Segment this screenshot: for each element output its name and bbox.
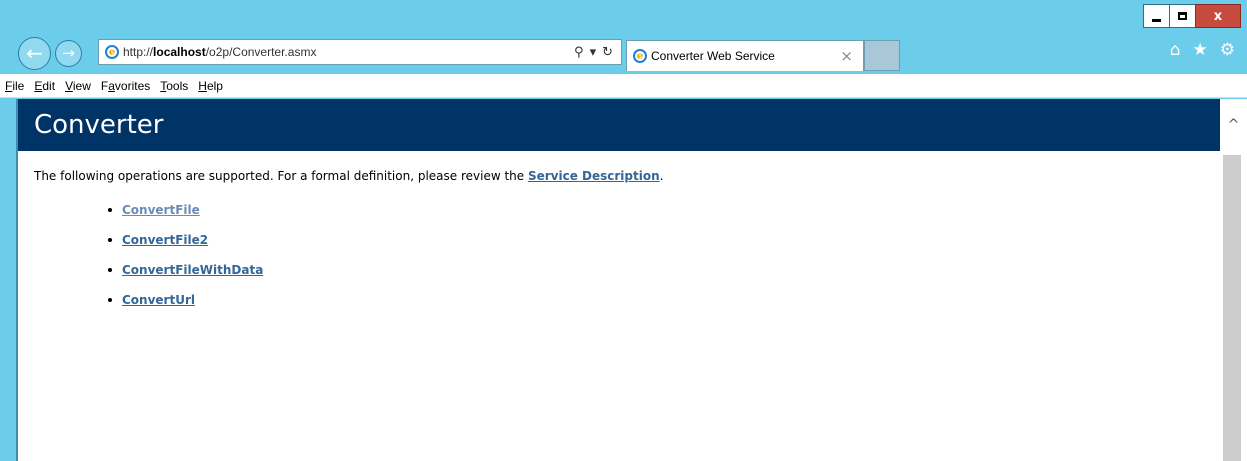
minimize-icon [1152,18,1161,22]
operation-link-convertfile2[interactable]: ConvertFile2 [122,233,208,247]
menu-edit[interactable]: Edit [32,79,63,93]
operations-list: ConvertFile ConvertFile2 ConvertFileWith… [18,195,1220,315]
operation-link-convertfile[interactable]: ConvertFile [122,203,200,217]
page-header: Converter [18,99,1220,151]
back-arrow-icon: ← [26,41,43,65]
intro-text: The following operations are supported. … [34,169,664,183]
settings-gear-icon[interactable]: ⚙ [1220,40,1235,60]
operation-link-converturl[interactable]: ConvertUrl [122,293,195,307]
favorites-star-icon[interactable]: ★ [1193,40,1208,60]
back-button[interactable]: ← [18,36,51,70]
tab-converter[interactable]: e Converter Web Service × [626,40,864,71]
dropdown-icon[interactable]: ▾ [590,45,597,60]
close-button[interactable]: x [1195,4,1241,28]
close-icon: x [1213,8,1223,24]
vertical-scrollbar[interactable]: ^ [1220,99,1247,461]
service-description-link[interactable]: Service Description [528,169,660,183]
list-item: ConvertUrl [108,285,1220,315]
window-controls: x [1143,4,1241,28]
bullet-icon [108,238,112,242]
new-tab-button[interactable] [864,40,900,71]
browser-toolbar-icons: ⌂ ★ ⚙ [1170,40,1235,60]
forward-arrow-icon: → [62,44,75,62]
address-tools: ⚲ ▾ ↻ [574,45,613,60]
browser-window: x ← → e http://localhost/o2p/Converter.a… [0,0,1247,461]
maximize-icon [1178,12,1187,20]
menu-tools[interactable]: Tools [158,79,196,93]
menu-favorites[interactable]: Favorites [99,79,158,93]
refresh-icon[interactable]: ↻ [602,45,613,60]
page-title: Converter [34,110,164,140]
home-icon[interactable]: ⌂ [1170,40,1181,60]
url-text[interactable]: http://localhost/o2p/Converter.asmx [123,45,574,59]
search-icon[interactable]: ⚲ [574,45,584,60]
scroll-thumb[interactable] [1223,155,1241,461]
page-content: Converter The following operations are s… [18,99,1220,461]
scroll-up-arrow-icon[interactable]: ^ [1220,99,1247,151]
bullet-icon [108,298,112,302]
tab-ie-icon: e [633,49,647,63]
list-item: ConvertFile [108,195,1220,225]
operation-link-convertfilewithdata[interactable]: ConvertFileWithData [122,263,263,277]
navigation-buttons: ← → [18,36,82,70]
menu-help[interactable]: Help [196,79,231,93]
minimize-button[interactable] [1143,4,1169,28]
bullet-icon [108,268,112,272]
list-item: ConvertFile2 [108,225,1220,255]
menu-file[interactable]: File [3,79,32,93]
tab-close-icon[interactable]: × [840,47,853,65]
menu-bar: File Edit View Favorites Tools Help [0,74,1247,98]
forward-button[interactable]: → [55,39,82,67]
maximize-button[interactable] [1169,4,1195,28]
address-bar[interactable]: e http://localhost/o2p/Converter.asmx ⚲ … [98,39,622,65]
list-item: ConvertFileWithData [108,255,1220,285]
menu-view[interactable]: View [63,79,99,93]
ie-page-icon: e [105,45,119,59]
bullet-icon [108,208,112,212]
tab-title: Converter Web Service [651,49,775,63]
